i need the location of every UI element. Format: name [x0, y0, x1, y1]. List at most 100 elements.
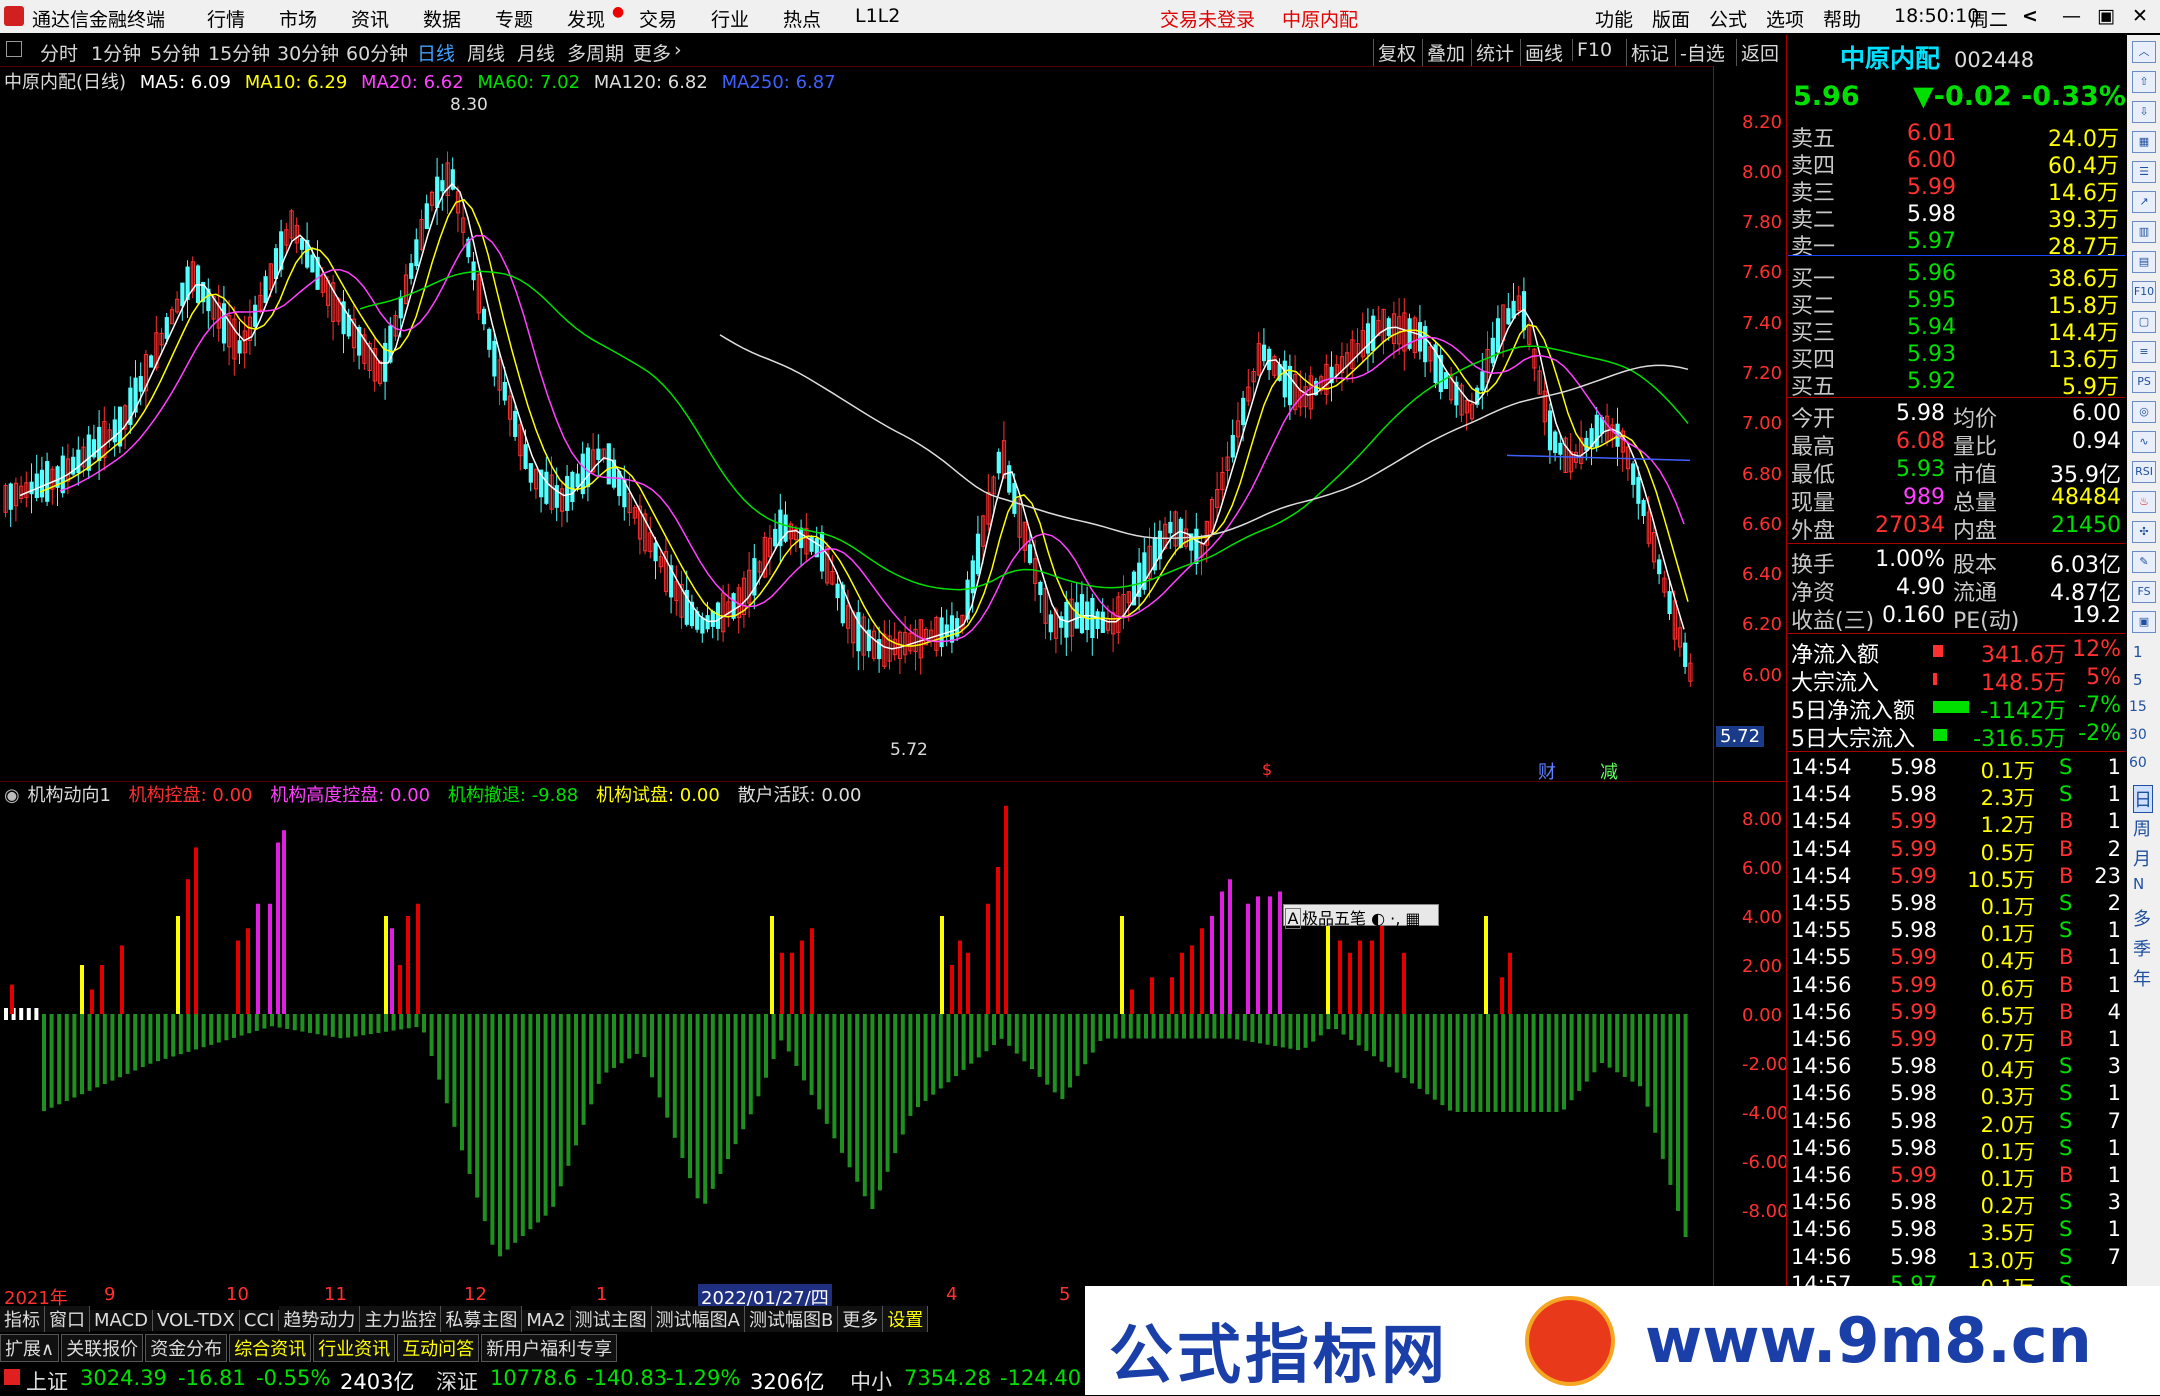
- chart-tool[interactable]: 叠加: [1422, 39, 1465, 66]
- period-15-button[interactable]: 15: [2129, 699, 2147, 715]
- ime-popup[interactable]: A 极品五笔 ◐ ·‚ ▦: [1283, 904, 1439, 929]
- period-5-button[interactable]: 5: [2133, 671, 2143, 689]
- chart-tool[interactable]: 画线: [1520, 39, 1563, 66]
- menu-item[interactable]: 市场: [279, 5, 317, 32]
- login-status[interactable]: 交易未登录: [1160, 5, 1255, 32]
- period-tab-more[interactable]: 更多: [633, 39, 671, 66]
- period-tab[interactable]: 1分钟: [91, 39, 141, 66]
- fs-icon[interactable]: FS: [2132, 581, 2156, 603]
- menu-item[interactable]: 发现: [567, 5, 605, 32]
- period-tab[interactable]: 60分钟: [346, 39, 408, 66]
- grid-icon[interactable]: ▦: [2132, 131, 2156, 153]
- indicator-chart[interactable]: [0, 781, 1713, 1286]
- tab[interactable]: 互动问答: [397, 1334, 480, 1362]
- chart-tool[interactable]: 返回: [1736, 39, 1779, 66]
- back-icon[interactable]: <: [2022, 5, 2038, 27]
- f10-icon[interactable]: F10: [2132, 281, 2156, 303]
- pen-icon[interactable]: ✎: [2132, 551, 2156, 573]
- menu-item[interactable]: L1L2: [855, 5, 900, 27]
- tab-settings[interactable]: 设置: [883, 1306, 929, 1332]
- period-tab-active[interactable]: 日线: [417, 39, 455, 66]
- tab[interactable]: 趋势动力: [279, 1306, 361, 1332]
- ime-a-icon[interactable]: A: [1285, 908, 1301, 929]
- menu-item[interactable]: 公式: [1709, 5, 1747, 32]
- period-n-button[interactable]: N: [2133, 875, 2144, 893]
- chart-tool[interactable]: -自选: [1675, 39, 1725, 66]
- period-month-button[interactable]: 月: [2133, 845, 2151, 871]
- period-1-button[interactable]: 1: [2133, 643, 2143, 661]
- stack-icon[interactable]: ≡: [2132, 341, 2156, 363]
- chart-tool[interactable]: 标记: [1626, 39, 1669, 66]
- kline-icon[interactable]: ▥: [2132, 221, 2156, 243]
- restore-icon[interactable]: ▣: [2097, 5, 2115, 27]
- cross-icon[interactable]: ✣: [2132, 521, 2156, 543]
- menu-item[interactable]: 行业: [711, 5, 749, 32]
- flame-icon[interactable]: ♨: [2132, 491, 2156, 513]
- period-tab[interactable]: 5分钟: [150, 39, 200, 66]
- calc-icon[interactable]: ▣: [2132, 611, 2156, 633]
- rsi-icon[interactable]: RSI: [2132, 461, 2156, 483]
- menu-item[interactable]: 行情: [207, 5, 245, 32]
- menu-item[interactable]: 交易: [639, 5, 677, 32]
- tab[interactable]: MA2: [522, 1310, 571, 1331]
- menu-item[interactable]: 数据: [423, 5, 461, 32]
- ps-icon[interactable]: PS: [2132, 371, 2156, 393]
- period-year-button[interactable]: 年: [2133, 965, 2151, 991]
- tab[interactable]: 主力监控: [360, 1306, 442, 1332]
- tab[interactable]: 私募主图: [441, 1306, 523, 1332]
- chart-tool[interactable]: F10: [1572, 39, 1612, 61]
- list-icon[interactable]: ☰: [2132, 161, 2156, 183]
- period-tab[interactable]: 分时: [40, 39, 78, 66]
- menu-item[interactable]: 资讯: [351, 5, 389, 32]
- period-60-button[interactable]: 60: [2129, 755, 2147, 771]
- period-30-button[interactable]: 30: [2129, 727, 2147, 743]
- tab[interactable]: 行业资讯: [313, 1334, 396, 1362]
- period-tab[interactable]: 30分钟: [277, 39, 339, 66]
- arrow-up-icon[interactable]: ⇧: [2132, 71, 2156, 93]
- table-icon[interactable]: ▤: [2132, 251, 2156, 273]
- tab[interactable]: 测试主图: [570, 1306, 652, 1332]
- period-tab[interactable]: 周线: [467, 39, 505, 66]
- tab[interactable]: 更多: [838, 1306, 884, 1332]
- period-tab[interactable]: 15分钟: [208, 39, 270, 66]
- tab[interactable]: MACD: [90, 1310, 153, 1331]
- chart-tool[interactable]: 统计: [1471, 39, 1514, 66]
- menu-item[interactable]: 热点: [783, 5, 821, 32]
- line-chart-icon[interactable]: ↗: [2132, 191, 2156, 213]
- tab[interactable]: 新用户福利专享: [481, 1334, 618, 1362]
- menu-item[interactable]: 专题: [495, 5, 533, 32]
- wave-icon[interactable]: ∿: [2132, 431, 2156, 453]
- doc-icon[interactable]: ▢: [2132, 311, 2156, 333]
- indicator-toggle-icon[interactable]: ◉: [4, 785, 20, 806]
- tab[interactable]: 关联报价: [61, 1334, 144, 1362]
- period-tab[interactable]: 月线: [517, 39, 555, 66]
- close-icon[interactable]: ✕: [2132, 5, 2148, 27]
- chart-tool[interactable]: 复权: [1373, 39, 1416, 66]
- arrow-down-icon[interactable]: ⇩: [2132, 101, 2156, 123]
- tab[interactable]: VOL-TDX: [152, 1310, 240, 1331]
- kline-chart[interactable]: [0, 66, 1713, 781]
- tab[interactable]: 扩展∧: [0, 1334, 60, 1362]
- chevron-right-icon[interactable]: ›: [674, 39, 682, 61]
- period-week-button[interactable]: 周: [2133, 815, 2151, 841]
- period-multi-button[interactable]: 多: [2133, 905, 2151, 931]
- tab[interactable]: 指标: [0, 1306, 45, 1332]
- tab[interactable]: 窗口: [45, 1306, 90, 1332]
- tab[interactable]: 综合资讯: [229, 1334, 312, 1362]
- tab[interactable]: CCI: [239, 1310, 280, 1331]
- menu-item[interactable]: 版面: [1652, 5, 1690, 32]
- panel-toggle-icon[interactable]: [6, 41, 22, 57]
- minimize-icon[interactable]: —: [2062, 5, 2081, 27]
- menu-item[interactable]: 选项: [1766, 5, 1804, 32]
- tab[interactable]: 测试幅图B: [744, 1306, 839, 1332]
- menu-item[interactable]: 帮助: [1823, 5, 1861, 32]
- menu-item[interactable]: 功能: [1595, 5, 1633, 32]
- tab[interactable]: 资金分布: [145, 1334, 228, 1362]
- circle-icon[interactable]: ◎: [2132, 401, 2156, 423]
- period-season-button[interactable]: 季: [2133, 935, 2151, 961]
- period-tab[interactable]: 多周期: [567, 39, 624, 66]
- ime-moon-icon[interactable]: ◐ ·‚ ▦: [1366, 909, 1420, 928]
- tab[interactable]: 测试幅图A: [651, 1306, 745, 1332]
- period-day-button[interactable]: 日: [2133, 785, 2153, 813]
- scroll-up-icon[interactable]: ︿: [2132, 41, 2156, 63]
